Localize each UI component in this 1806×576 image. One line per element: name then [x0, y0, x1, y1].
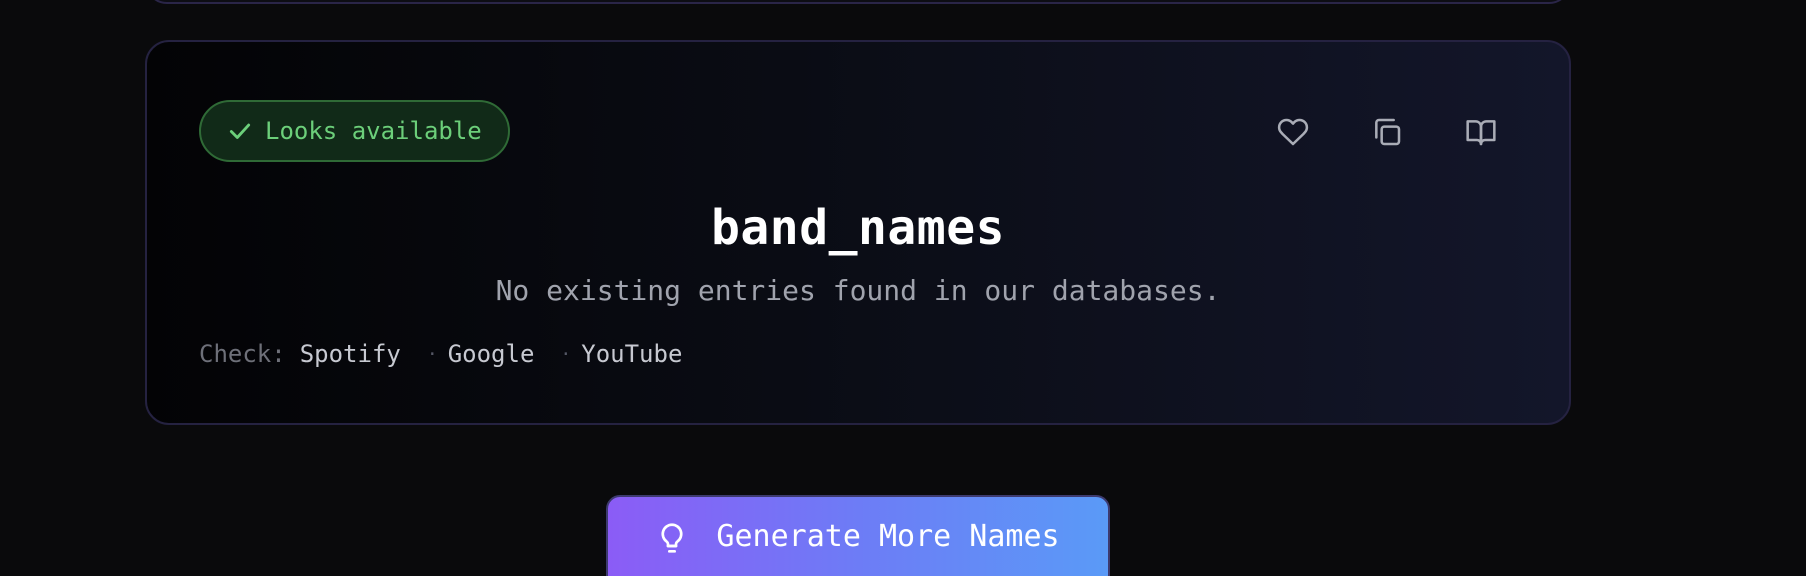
- separator: ·: [560, 343, 572, 365]
- book-icon: [1465, 116, 1497, 148]
- copy-icon: [1371, 116, 1403, 148]
- result-card: Looks available band_names No existing e…: [145, 40, 1571, 425]
- generate-more-button[interactable]: Generate More Names: [606, 495, 1110, 576]
- availability-description: No existing entries found in our databas…: [495, 274, 1221, 307]
- status-badge: Looks available: [199, 100, 510, 162]
- status-badge-label: Looks available: [265, 117, 482, 145]
- check-label: Check:: [199, 340, 286, 368]
- card-actions: [1275, 114, 1499, 150]
- google-link[interactable]: Google: [448, 340, 535, 368]
- definition-button[interactable]: [1463, 114, 1499, 150]
- page: Looks available band_names No existing e…: [0, 0, 1806, 576]
- separator: ·: [426, 343, 438, 365]
- check-links: Check: Spotify · Google · YouTube: [199, 340, 682, 368]
- generated-name: band_names: [711, 200, 1005, 256]
- generate-more-label: Generate More Names: [716, 519, 1060, 554]
- lightbulb-icon: [656, 519, 688, 555]
- spotify-link[interactable]: Spotify: [300, 340, 401, 368]
- copy-button[interactable]: [1369, 114, 1405, 150]
- check-icon: [227, 118, 253, 144]
- youtube-link[interactable]: YouTube: [581, 340, 682, 368]
- previous-result-card: [145, 0, 1571, 4]
- heart-icon: [1277, 116, 1309, 148]
- favorite-button[interactable]: [1275, 114, 1311, 150]
